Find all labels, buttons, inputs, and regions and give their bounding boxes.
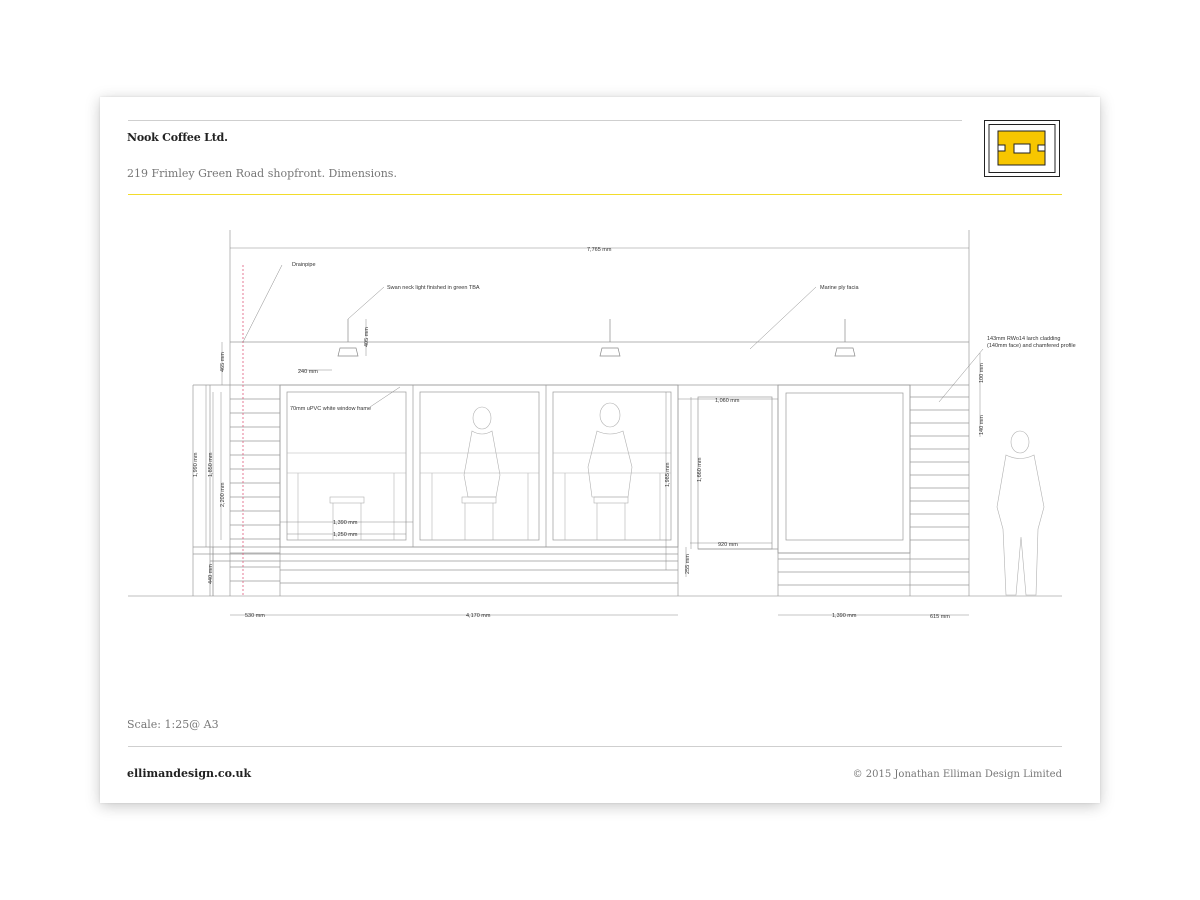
drawing-sheet: Nook Coffee Ltd. 219 Frimley Green Road …: [100, 97, 1100, 803]
label-drainpipe: Drainpipe: [292, 262, 316, 268]
dim-door-clear: 920 mm: [718, 542, 738, 548]
swan-neck-lights: [337, 319, 856, 357]
dim-light-width: 240 mm: [298, 369, 318, 375]
dim-storey-height: 2,200 mm: [220, 482, 226, 507]
dim-light-height: 405 mm: [364, 327, 370, 347]
dim-glass-width: 1,250 mm: [333, 532, 358, 538]
dimension-lines: [205, 247, 981, 616]
label-window-frame: 70mm uPVC white window frame: [290, 406, 371, 412]
dim-front-width: 4,170 mm: [466, 613, 491, 619]
website-link[interactable]: ellimandesign.co.uk: [127, 767, 251, 780]
scale-note: Scale: 1:25@ A3: [127, 718, 219, 731]
copyright-notice: © 2015 Jonathan Elliman Design Limited: [852, 769, 1062, 780]
shopfront-elevation: Drainpipe Swan neck light finished in gr…: [128, 230, 1076, 620]
dim-right-height: 1,985 mm: [665, 462, 671, 487]
dim-fascia-100: 100 mm: [979, 363, 985, 383]
dim-right-window-width: 1,390 mm: [832, 613, 857, 619]
dim-overall: 7,765 mm: [587, 247, 612, 253]
stools: [329, 496, 629, 540]
standing-figure: [996, 430, 1045, 596]
label-swan-neck: Swan neck light finished in green TBA: [387, 285, 480, 291]
seated-figures: [463, 402, 633, 498]
dim-cladding-width: 615 mm: [930, 614, 950, 620]
dim-glass-height: 1,850 mm: [208, 452, 214, 477]
interior-counter: [287, 452, 671, 540]
dim-step-height: 255 mm: [685, 554, 691, 574]
footer-rule: [128, 746, 1062, 747]
dim-door-height: 1,660 mm: [697, 457, 703, 482]
label-marine-ply: Marine ply facia: [820, 285, 859, 291]
label-cladding-2: (140mm face) and chamfered profile: [987, 343, 1076, 349]
dim-door-width: 1,060 mm: [715, 398, 740, 404]
dim-window-height: 1,990 mm: [193, 452, 199, 477]
leader-lines: [242, 264, 984, 408]
dim-board-140: 140 mm: [979, 415, 985, 435]
dim-riser-height: 440 mm: [208, 564, 214, 584]
dim-fascia-height: 465 mm: [220, 352, 226, 372]
label-cladding-1: 143mm RWo14 larch cladding: [987, 336, 1060, 342]
dim-window-width: 1,390 mm: [333, 520, 358, 526]
dim-pier-width: 530 mm: [245, 613, 265, 619]
